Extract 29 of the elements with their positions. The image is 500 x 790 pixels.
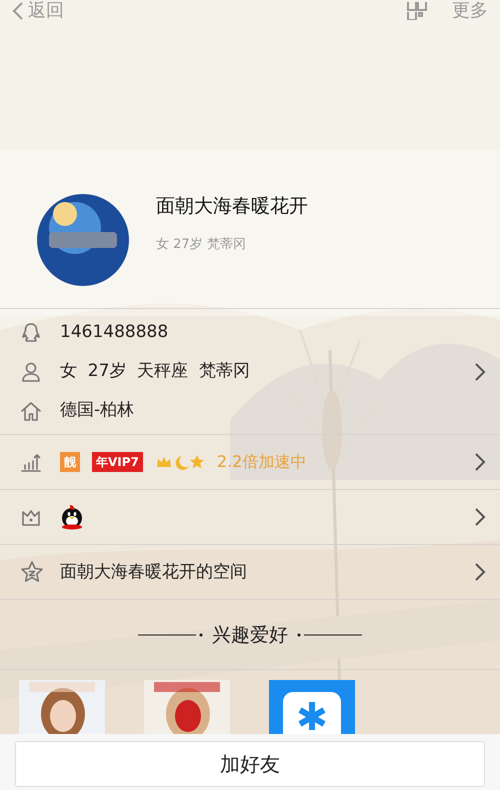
profile-subtitle: 女 27岁 梵蒂冈 <box>156 236 247 254</box>
app-icon[interactable] <box>269 680 355 734</box>
crown-moon-star-icon <box>154 453 205 472</box>
divider-ornament <box>138 632 204 638</box>
vip-badge: 年VIP7 <box>92 452 143 472</box>
chevron-right-icon <box>474 562 486 582</box>
vip-badge: 靓 <box>60 452 80 472</box>
info-text: 面朝大海春暖花开的空间 <box>60 560 247 584</box>
back-button[interactable]: 返回 <box>12 0 64 22</box>
qr-code-icon[interactable] <box>406 2 428 20</box>
penguin-icon <box>60 504 84 530</box>
bar-chart-icon <box>20 451 42 474</box>
section-heading: 兴趣爱好 <box>212 622 288 648</box>
person-icon <box>20 360 42 383</box>
info-text: 1461488888 <box>60 321 168 344</box>
chevron-right-icon <box>474 507 486 528</box>
more-button[interactable]: 更多 <box>452 0 488 22</box>
home-icon <box>20 400 42 422</box>
info-text: 女 27岁 天秤座 梵蒂冈 <box>60 360 250 384</box>
profile-name: 面朝大海春暖花开 <box>156 194 308 220</box>
info-text: 德国-柏林 <box>60 399 134 422</box>
speed-text: 2.2倍加速中 <box>216 451 306 474</box>
star-icon <box>20 560 44 584</box>
chevron-right-icon <box>474 452 486 472</box>
chevron-left-icon <box>12 1 24 21</box>
penguin-outline-icon <box>20 322 42 344</box>
add-friend-button[interactable]: 加好友 <box>15 741 485 788</box>
divider-ornament <box>296 632 362 638</box>
chevron-right-icon <box>474 362 486 382</box>
